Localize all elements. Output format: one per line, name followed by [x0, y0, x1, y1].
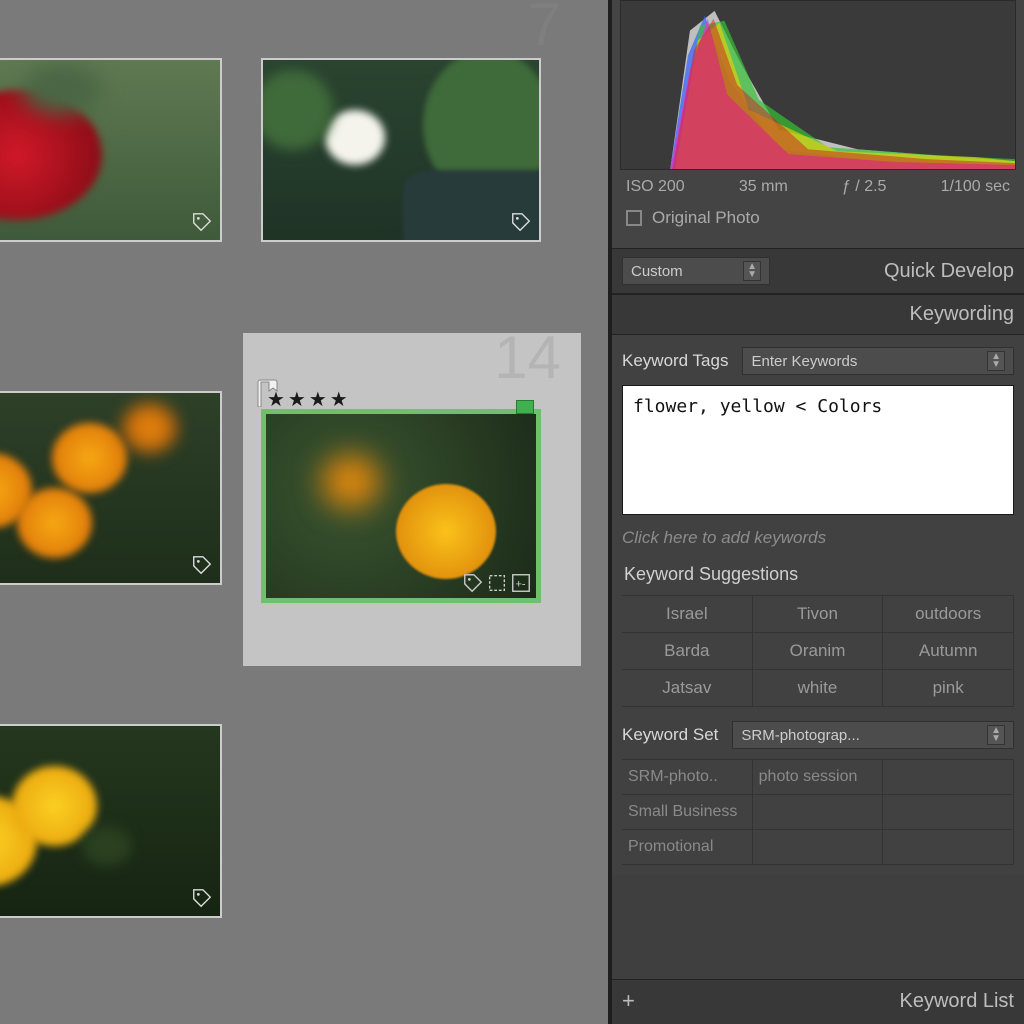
- keyword-set-select[interactable]: SRM-photograp... ▲▼: [732, 721, 1014, 749]
- develop-badge-icon: +-: [510, 572, 532, 594]
- right-panel: ISO 200 35 mm ƒ / 2.5 1/100 sec Original…: [608, 0, 1024, 1024]
- exif-shutter: 1/100 sec: [941, 178, 1010, 196]
- keyword-suggestion[interactable]: outdoors: [883, 596, 1014, 633]
- keyword-set-grid: SRM-photo.. photo session Small Business…: [622, 759, 1014, 865]
- exif-iso: ISO 200: [626, 178, 685, 196]
- keyword-set-item[interactable]: [883, 795, 1014, 830]
- keyword-set-item[interactable]: photo session: [753, 760, 884, 795]
- original-photo-label: Original Photo: [652, 208, 760, 228]
- keyword-suggestion[interactable]: white: [753, 670, 884, 707]
- chevron-updown-icon: ▲▼: [743, 261, 761, 281]
- keyword-suggestion[interactable]: Oranim: [753, 633, 884, 670]
- keyword-set-item[interactable]: [883, 830, 1014, 865]
- thumbnail-yellow-flowers[interactable]: [0, 724, 222, 918]
- quick-develop-header[interactable]: Custom ▲▼ Quick Develop: [612, 248, 1024, 294]
- keyword-set-item[interactable]: Promotional: [622, 830, 753, 865]
- keyword-set-item[interactable]: SRM-photo..: [622, 760, 753, 795]
- plus-icon[interactable]: +: [622, 988, 635, 1014]
- metadata-badge-icon: [462, 572, 484, 594]
- keyword-list-title: Keyword List: [900, 990, 1015, 1013]
- keywording-header[interactable]: Keywording: [612, 294, 1024, 335]
- keyword-list-header[interactable]: + Keyword List: [612, 979, 1024, 1024]
- cell-index: 7: [528, 0, 561, 59]
- keyword-set-item[interactable]: Small Business: [622, 795, 753, 830]
- crop-badge-icon: [486, 572, 508, 594]
- metadata-badge-icon: [188, 884, 216, 912]
- keyword-suggestion[interactable]: Autumn: [883, 633, 1014, 670]
- keyword-suggestions-label: Keyword Suggestions: [622, 554, 1014, 595]
- preset-select[interactable]: Custom ▲▼: [622, 257, 770, 285]
- original-photo-checkbox[interactable]: [626, 210, 642, 226]
- metadata-badge-icon: [188, 208, 216, 236]
- keywording-title: Keywording: [909, 303, 1014, 326]
- metadata-badge-icon: [507, 208, 535, 236]
- thumbnail-yellow-flower-selected[interactable]: +-: [261, 409, 541, 603]
- keywords-input[interactable]: [622, 385, 1014, 515]
- cell-index: 14: [494, 323, 561, 392]
- chevron-updown-icon: ▲▼: [987, 725, 1005, 745]
- keyword-suggestion[interactable]: pink: [883, 670, 1014, 707]
- svg-text:+-: +-: [516, 579, 526, 591]
- color-label-green[interactable]: [516, 400, 534, 414]
- exif-focal: 35 mm: [739, 178, 788, 196]
- exif-readout: ISO 200 35 mm ƒ / 2.5 1/100 sec: [620, 170, 1016, 204]
- keyword-suggestion[interactable]: Tivon: [753, 596, 884, 633]
- keyword-set-item[interactable]: [753, 795, 884, 830]
- keyword-set-item[interactable]: [753, 830, 884, 865]
- keyword-suggestion[interactable]: Jatsav: [622, 670, 753, 707]
- exif-aperture: ƒ / 2.5: [842, 178, 886, 196]
- thumbnail-red-flower[interactable]: [0, 58, 222, 242]
- thumbnail-white-flower[interactable]: [261, 58, 541, 242]
- metadata-badge-icon: [188, 551, 216, 579]
- histogram-panel: ISO 200 35 mm ƒ / 2.5 1/100 sec Original…: [612, 0, 1024, 248]
- quick-develop-title: Quick Develop: [884, 260, 1014, 283]
- add-keywords-hint[interactable]: Click here to add keywords: [622, 528, 1014, 548]
- keyword-set-item[interactable]: [883, 760, 1014, 795]
- chevron-updown-icon: ▲▼: [987, 351, 1005, 371]
- histogram[interactable]: [620, 0, 1016, 170]
- keywording-body: Keyword Tags Enter Keywords ▲▼ Click her…: [612, 335, 1024, 875]
- keyword-suggestion[interactable]: Barda: [622, 633, 753, 670]
- keyword-tags-label: Keyword Tags: [622, 351, 728, 371]
- keyword-set-label: Keyword Set: [622, 725, 718, 745]
- keyword-mode-select[interactable]: Enter Keywords ▲▼: [742, 347, 1014, 375]
- keyword-suggestions-grid: Israel Tivon outdoors Barda Oranim Autum…: [622, 595, 1014, 707]
- thumbnail-grid[interactable]: 7 14: [0, 0, 608, 1024]
- keyword-suggestion[interactable]: Israel: [622, 596, 753, 633]
- thumbnail-marigolds[interactable]: [0, 391, 222, 585]
